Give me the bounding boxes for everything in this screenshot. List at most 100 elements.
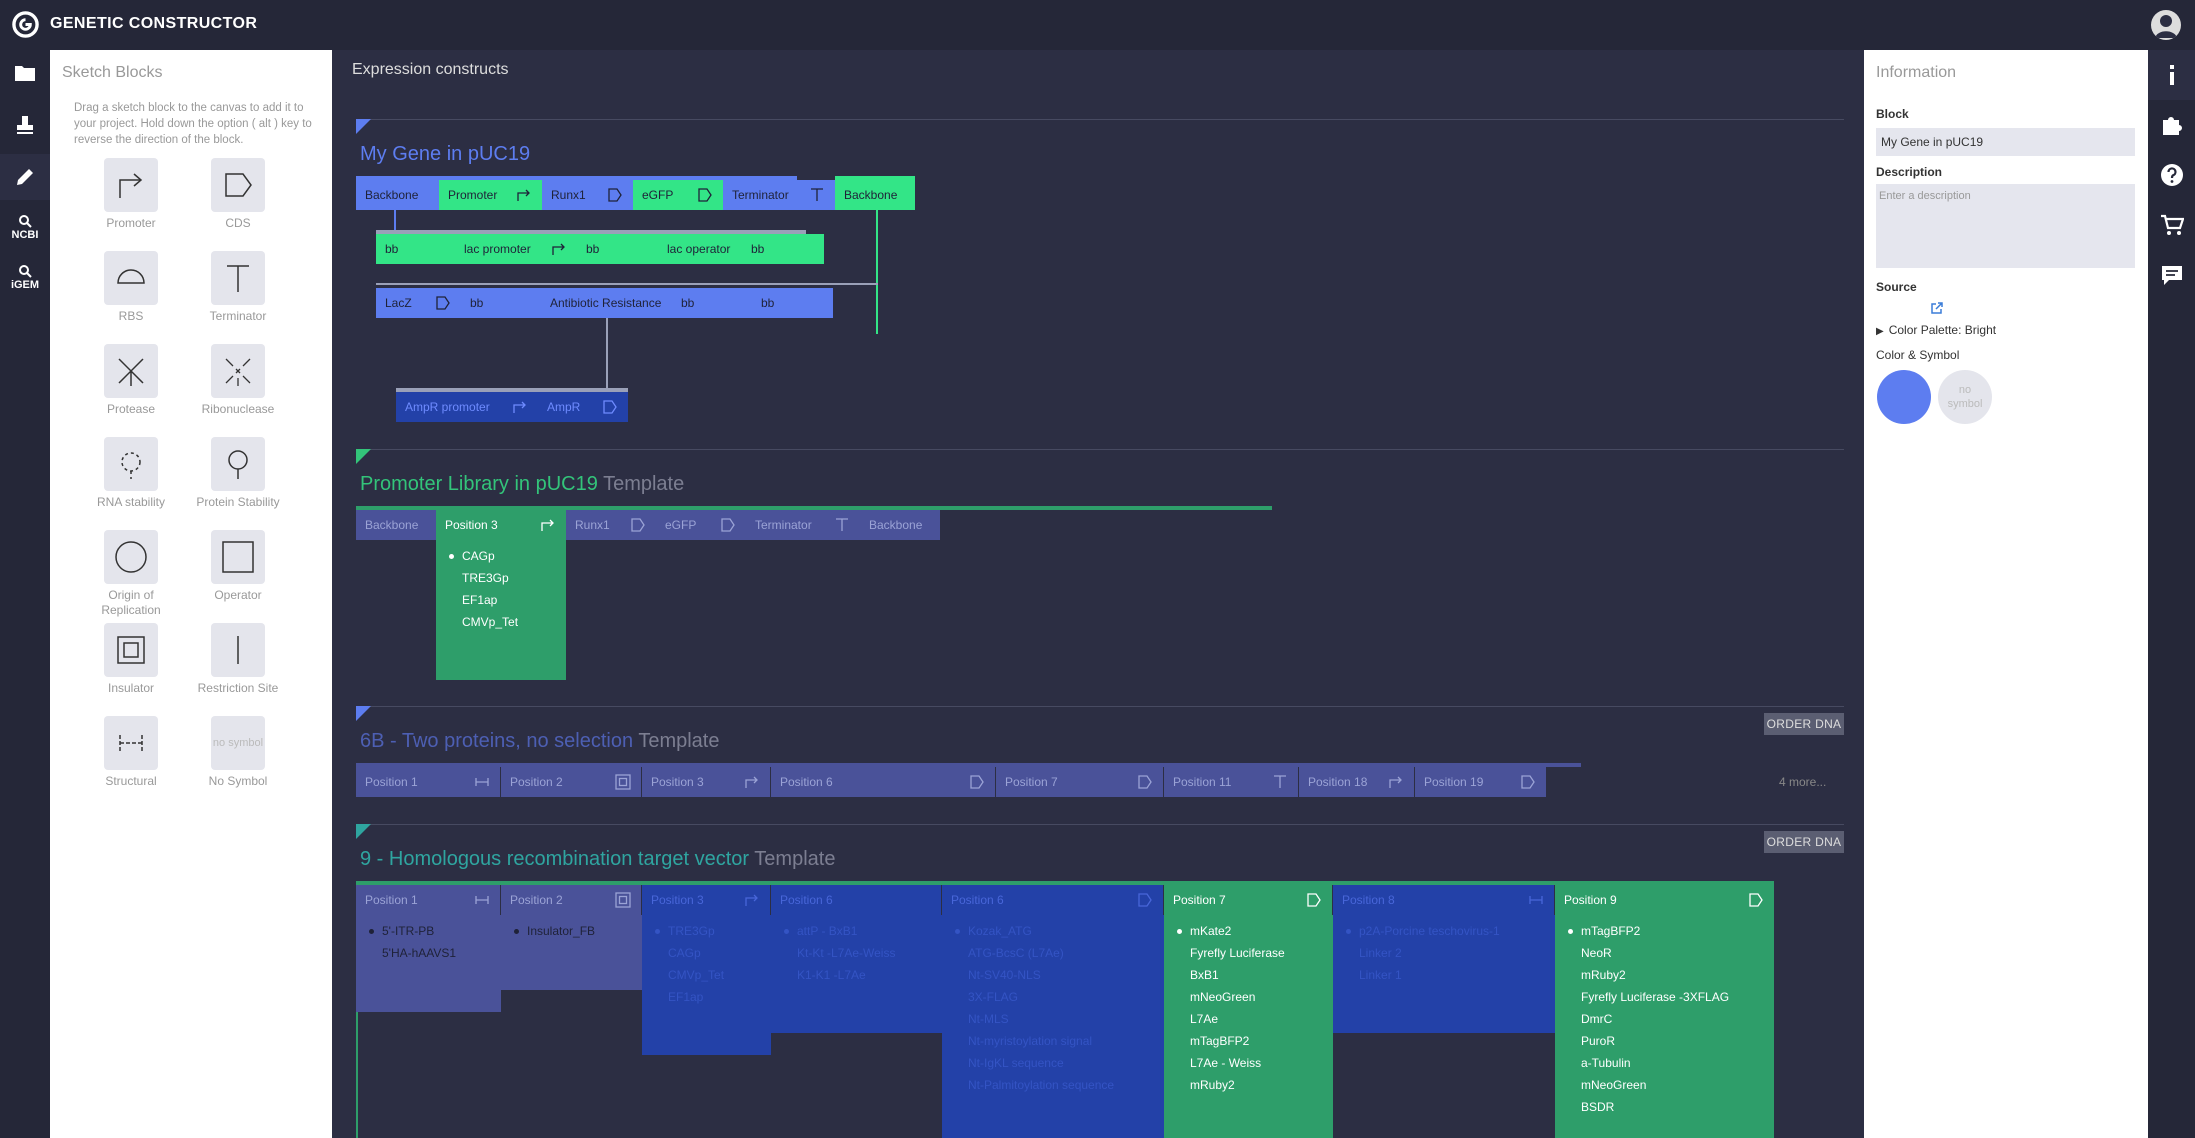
part-block[interactable]: Position 6 [771, 885, 942, 915]
part-block[interactable]: Position 18 [1299, 767, 1415, 797]
list-item[interactable]: CMVp_Tet [642, 964, 771, 986]
part-block[interactable]: Position 19 [1415, 767, 1546, 797]
part-block[interactable]: eGFP [656, 510, 746, 540]
part-options-list[interactable]: attP - BxB1 Kt-Kt -L7Ae-Weiss K1-K1 -L7A… [771, 915, 942, 1033]
list-item[interactable]: Fyrefly Luciferase -3XFLAG [1555, 986, 1774, 1008]
part-block[interactable]: Backbone [835, 180, 915, 210]
list-item[interactable]: L7Ae - Weiss [1164, 1052, 1333, 1074]
list-item[interactable]: 3X-FLAG [942, 986, 1164, 1008]
sketch-block-origin-of-replication[interactable]: Origin of Replication [81, 530, 181, 618]
sketch-block-insulator[interactable]: Insulator [81, 623, 181, 696]
list-item[interactable]: Nt-MLS [942, 1008, 1164, 1030]
list-item[interactable]: Nt-myristoylation signal [942, 1030, 1164, 1052]
color-palette-toggle[interactable]: ▶ Color Palette: Bright [1876, 323, 1996, 337]
part-options-list[interactable]: 5'-ITR-PB 5'HA-hAAVS1 [356, 915, 501, 1012]
list-item[interactable]: DmrC [1555, 1008, 1774, 1030]
part-block[interactable]: LacZ [376, 288, 461, 318]
list-item[interactable]: CAGp [642, 942, 771, 964]
list-item[interactable]: L7Ae [1164, 1008, 1333, 1030]
part-block[interactable]: eGFP [633, 180, 723, 210]
projects-button[interactable] [0, 50, 50, 96]
part-block[interactable]: Position 9 [1555, 885, 1774, 915]
sketch-block-rbs[interactable]: RBS [81, 251, 181, 324]
part-block[interactable]: Runx1 [566, 510, 656, 540]
list-item[interactable]: NeoR [1555, 942, 1774, 964]
part-options-list[interactable]: TRE3Gp CAGp CMVp_Tet EF1ap [642, 915, 771, 1055]
part-block[interactable]: Position 3 [642, 767, 771, 797]
sketch-block-operator[interactable]: Operator [188, 530, 288, 603]
construct-title[interactable]: My Gene in pUC19 [360, 143, 530, 166]
list-item[interactable]: Nt-Palmitoylation sequence [942, 1074, 1164, 1096]
list-item[interactable]: BxB1 [1164, 964, 1333, 986]
list-item[interactable]: Linker 1 [1333, 964, 1555, 986]
part-block[interactable]: Backbone [356, 180, 439, 210]
sketch-block-no-symbol[interactable]: no symbol No Symbol [188, 716, 288, 789]
part-block[interactable]: bb [742, 234, 824, 264]
list-item[interactable]: Fyrefly Luciferase [1164, 942, 1333, 964]
list-item[interactable]: EF1ap [436, 589, 566, 611]
part-block[interactable]: AmpR [538, 392, 628, 422]
part-block[interactable]: Position 3 [436, 510, 566, 540]
construct-corner-icon[interactable] [356, 824, 371, 839]
more-parts-link[interactable]: 4 more... [1779, 775, 1826, 789]
list-item[interactable]: Insulator_FB [501, 920, 642, 942]
sketch-block-promoter[interactable]: Promoter [81, 158, 181, 231]
design-canvas[interactable]: Expression constructs My Gene in pUC19 B… [332, 50, 1864, 1138]
list-item[interactable]: p2A-Porcine teschovirus-1 [1333, 920, 1555, 942]
order-tab[interactable] [2148, 200, 2195, 250]
part-block[interactable]: bb [672, 288, 752, 318]
user-avatar[interactable] [2151, 10, 2181, 40]
extensions-tab[interactable] [2148, 100, 2195, 150]
list-item[interactable]: Nt-IgKL sequence [942, 1052, 1164, 1074]
part-block[interactable]: Position 6 [942, 885, 1164, 915]
sketch-block-restriction-site[interactable]: Restriction Site [188, 623, 288, 696]
part-block[interactable]: Position 1 [356, 885, 501, 915]
construct-corner-icon[interactable] [356, 119, 371, 134]
sketch-block-terminator[interactable]: Terminator [188, 251, 288, 324]
list-item[interactable]: mNeoGreen [1555, 1074, 1774, 1096]
construct-corner-icon[interactable] [356, 449, 371, 464]
list-item[interactable]: EF1ap [642, 986, 771, 1008]
construct-title[interactable]: 9 - Homologous recombination target vect… [360, 848, 835, 871]
part-block[interactable]: Position 1 [356, 767, 501, 797]
list-item[interactable]: Nt-SV40-NLS [942, 964, 1164, 986]
part-block[interactable]: Position 8 [1333, 885, 1555, 915]
order-dna-button[interactable]: ORDER DNA [1764, 831, 1844, 853]
sketch-block-cds[interactable]: CDS [188, 158, 288, 231]
part-block[interactable]: Terminator [746, 510, 860, 540]
part-block[interactable]: bb [577, 234, 658, 264]
part-block[interactable]: bb [376, 234, 455, 264]
list-item[interactable]: 5'HA-hAAVS1 [356, 942, 501, 964]
part-options-list[interactable]: mTagBFP2 NeoR mRuby2 Fyrefly Luciferase … [1555, 915, 1774, 1138]
sketch-block-protease[interactable]: Protease [81, 344, 181, 417]
construct-corner-icon[interactable] [356, 706, 371, 721]
symbol-picker[interactable]: no symbol [1938, 370, 1992, 424]
part-block[interactable]: Position 11 [1164, 767, 1299, 797]
list-item[interactable]: PuroR [1555, 1030, 1774, 1052]
description-textarea[interactable]: Enter a description [1876, 184, 2135, 268]
block-name-input[interactable]: My Gene in pUC19 [1876, 128, 2135, 156]
construct-title[interactable]: 6B - Two proteins, no selection Template [360, 730, 719, 753]
help-tab[interactable] [2148, 150, 2195, 200]
list-item[interactable]: Linker 2 [1333, 942, 1555, 964]
part-options-list[interactable]: CAGp TRE3Gp EF1ap CMVp_Tet [436, 540, 566, 680]
list-item[interactable]: Kt-Kt -L7Ae-Weiss [771, 942, 942, 964]
part-block[interactable]: AmpR promoter [396, 392, 538, 422]
information-tab[interactable] [2148, 50, 2195, 100]
part-block[interactable]: Position 7 [1164, 885, 1333, 915]
part-block[interactable]: lac operator [658, 234, 742, 264]
part-block[interactable]: Terminator [723, 180, 835, 210]
part-block[interactable]: Backbone [860, 510, 940, 540]
list-item[interactable]: mRuby2 [1555, 964, 1774, 986]
part-block[interactable]: Position 7 [996, 767, 1164, 797]
list-item[interactable]: ATG-BcsC (L7Ae) [942, 942, 1164, 964]
part-block[interactable]: Backbone [356, 510, 436, 540]
color-swatch[interactable] [1877, 370, 1931, 424]
sketch-button[interactable] [0, 154, 50, 200]
part-options-list[interactable]: Insulator_FB [501, 915, 642, 990]
app-logo-icon[interactable] [12, 11, 39, 38]
list-item[interactable]: mTagBFP2 [1164, 1030, 1333, 1052]
list-item[interactable]: mTagBFP2 [1555, 920, 1774, 942]
sketch-block-ribonuclease[interactable]: Ribonuclease [188, 344, 288, 417]
inventory-button[interactable] [0, 102, 50, 148]
